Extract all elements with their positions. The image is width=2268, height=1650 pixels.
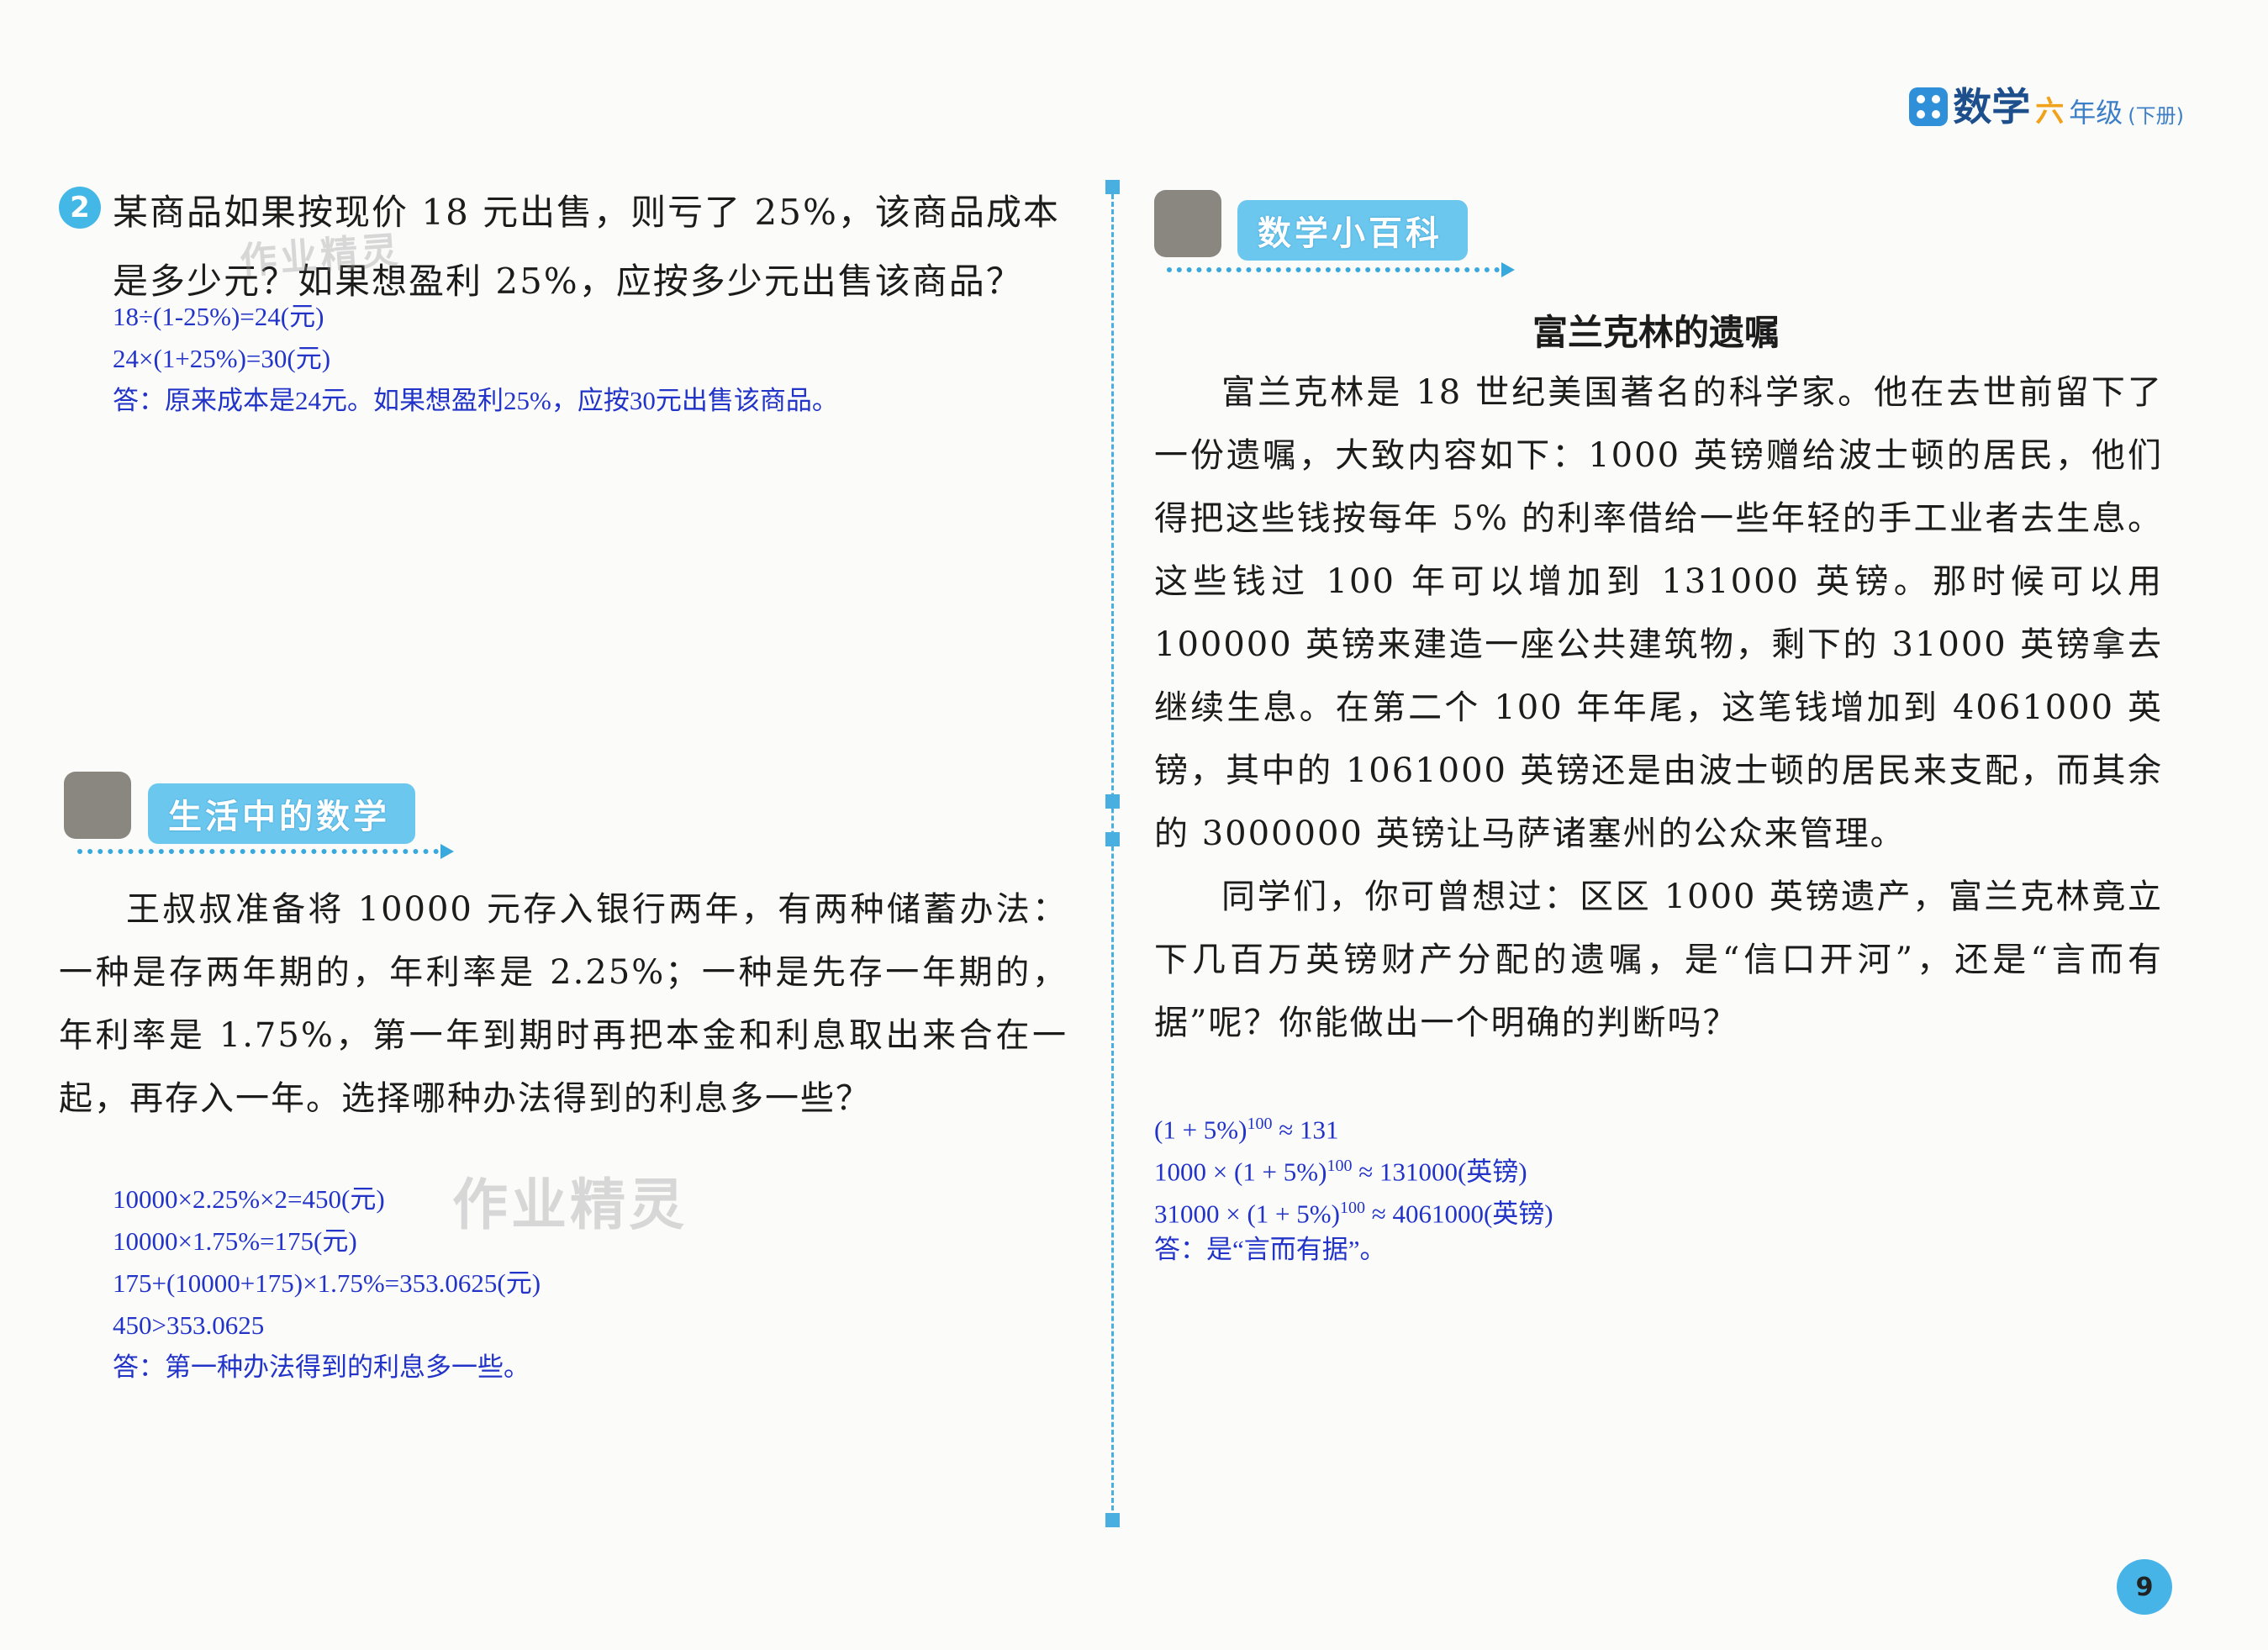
answer-line: 答：第一种办法得到的利息多一些。 — [113, 1352, 530, 1382]
answer-line: 31000 × (1 + 5%)100 ≈ 4061000(英镑) — [1154, 1199, 1553, 1229]
watermark: 作业精灵 — [238, 229, 403, 283]
brand-grade: 年级 — [2069, 97, 2123, 129]
article-body: 富兰克林是 18 世纪美国著名的科学家。他在去世前留下了一份遗嘱，大致内容如下：… — [1154, 361, 2163, 1055]
brand-grade-mark: 六 — [2035, 95, 2065, 129]
answer-line: 答：原来成本是24元。如果想盈利25%，应按30元出售该商品。 — [113, 386, 838, 415]
answer-line: 答：是“言而有据”。 — [1154, 1235, 1386, 1264]
ox-mascot-icon — [64, 772, 131, 839]
answer-line: 10000×1.75%=175(元) — [113, 1226, 357, 1256]
question-answer: 18÷(1-25%)=24(元) 24×(1+25%)=30(元) 答：原来成本… — [113, 296, 838, 422]
divider-marker — [1105, 832, 1120, 846]
dotted-arrow-divider — [77, 844, 454, 859]
article-paragraph: 同学们，你可曾想过：区区 1000 英镑遗产，富兰克林竟立下几百万英镑财产分配的… — [1154, 878, 2163, 1042]
brand-logo-icon — [1909, 87, 1949, 126]
brand-subject: 数学 — [1953, 84, 2031, 129]
answer-line: (1 + 5%)100 ≈ 131 — [1154, 1115, 1339, 1145]
series-brand: 数学 六 年级 (下册) — [1909, 74, 2184, 126]
article-paragraph: 富兰克林是 18 世纪美国著名的科学家。他在去世前留下了一份遗嘱，大致内容如下：… — [1154, 373, 2163, 853]
life-math-answer: 10000×2.25%×2=450(元) 10000×1.75%=175(元) … — [113, 1178, 541, 1389]
answer-line: 175+(10000+175)×1.75%=353.0625(元) — [113, 1268, 541, 1298]
life-math-header: 生活中的数学 — [168, 798, 390, 836]
divider-marker — [1105, 1513, 1120, 1527]
article-answer: (1 + 5%)100 ≈ 131 1000 × (1 + 5%)100 ≈ 1… — [1154, 1103, 1553, 1271]
life-math-banner: 生活中的数学 — [148, 783, 415, 844]
divider-marker — [1105, 794, 1120, 809]
question-number-badge: 2 — [59, 187, 101, 229]
answer-line: 450>353.0625 — [113, 1310, 265, 1340]
answer-line: 10000×2.25%×2=450(元) — [113, 1184, 385, 1214]
answer-line: 18÷(1-25%)=24(元) — [113, 302, 324, 331]
brand-volume: (下册) — [2128, 104, 2184, 128]
encyclopedia-mascot-icon — [1154, 190, 1221, 257]
page-number: 9 — [2117, 1559, 2172, 1615]
column-divider — [1111, 187, 1114, 1510]
dotted-arrow-divider — [1167, 262, 1515, 277]
encyclopedia-header: 数学小百科 — [1258, 214, 1443, 253]
life-math-text: 王叔叔准备将 10000 元存入银行两年，有两种储蓄办法：一种是存两年期的，年利… — [59, 890, 1068, 1118]
divider-marker — [1105, 180, 1120, 194]
answer-line: 24×(1+25%)=30(元) — [113, 344, 331, 373]
encyclopedia-banner: 数学小百科 — [1237, 200, 1468, 261]
article-title: 富兰克林的遗嘱 — [1532, 312, 1780, 353]
answer-line: 1000 × (1 + 5%)100 ≈ 131000(英镑) — [1154, 1157, 1527, 1187]
